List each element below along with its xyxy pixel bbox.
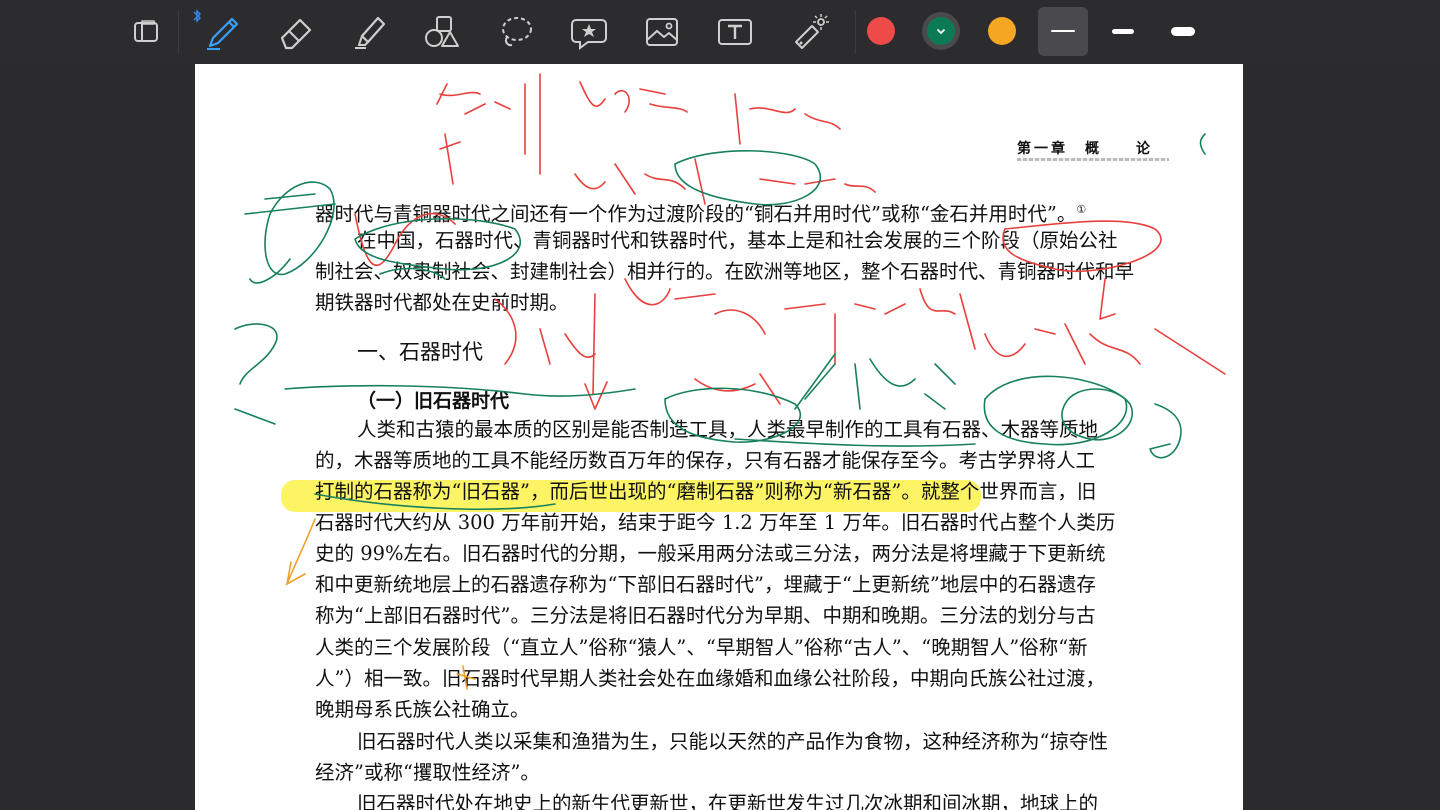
highlighter-icon [355, 16, 386, 49]
image-tool-button[interactable] [638, 8, 686, 56]
color-red-swatch[interactable] [867, 17, 895, 45]
text-line: 和中更新统地层上的石器遗存称为“下部旧石器时代”，埋藏于“上更新统”地层中的石器… [315, 573, 1096, 596]
text-line: 期铁器时代都处在史前时期。 [315, 291, 569, 314]
text-icon [718, 19, 752, 45]
text-tool-button[interactable] [711, 8, 759, 56]
stroke-thin-button[interactable] [1038, 7, 1088, 56]
annotation-toolbar [0, 0, 1440, 64]
chapter-header: 第一章 概 论 [1017, 141, 1153, 157]
text-line: 在中国，石器时代、青铜器时代和铁器时代，基本上是和社会发展的三个阶段（原始公社 [357, 229, 1118, 252]
subsection-heading: （一）旧石器时代 [357, 390, 510, 412]
shapes-tool-button[interactable] [418, 8, 466, 56]
image-icon [646, 18, 678, 46]
chevron-down-icon [936, 28, 946, 35]
laser-pointer-icon [795, 14, 829, 49]
footnote-mark: ① [1076, 203, 1087, 216]
text-line: 器时代与青铜器时代之间还有一个作为过渡阶段的“铜石并用时代”或称“金石并用时代”… [315, 202, 1087, 226]
text-line: 经济”或称“攫取性经济”。 [315, 761, 540, 784]
star-icon [571, 19, 607, 50]
text-line: 称为“上部旧石器时代”。三分法是将旧石器时代分为早期、中期和晚期。三分法的划分与… [315, 604, 1096, 627]
stroke-medium-button[interactable] [1100, 7, 1146, 56]
document-page[interactable]: 第一章 概 论 器时代与青铜器时代之间还有一个作为过渡阶段的“铜石并用时代”或称… [195, 64, 1243, 810]
laser-pointer-tool-button[interactable] [786, 8, 834, 56]
sidebar-toggle-button[interactable] [123, 8, 171, 56]
lasso-tool-button[interactable] [492, 8, 540, 56]
sidebar-icon [134, 20, 158, 42]
header-rule [1017, 158, 1169, 161]
highlighter-tool-button[interactable] [346, 8, 394, 56]
text-line: 史的 99%左右。旧石器时代的分期，一般采用两分法或三分法，两分法是将埋藏于下更… [315, 542, 1106, 565]
text-line: 人类的三个发展阶段（“直立人”俗称“猿人”、“早期智人”俗称“古人”、“晚期智人… [315, 636, 1088, 659]
stroke-thick-button[interactable] [1160, 7, 1206, 56]
sticker-tool-button[interactable] [565, 8, 613, 56]
color-green-swatch[interactable] [927, 17, 955, 45]
text-line: 打制的石器称为“旧石器”，而后世出现的“磨制石器”则称为“新石器”。就整个世界而… [315, 480, 1097, 503]
lasso-icon [502, 17, 532, 47]
text-line: 人”）相一致。旧石器时代早期人类社会处在血缘婚和血缘公社阶段，中期向氏族公社过渡… [315, 667, 1105, 690]
pen-tool-button[interactable] [198, 8, 246, 56]
text-line: 旧石器时代处在地史上的新生代更新世，在更新世发生过几次冰期和间冰期，地球上的 [357, 792, 1099, 810]
eraser-tool-button[interactable] [272, 8, 320, 56]
text-line: 人类和古猿的最本质的区别是能否制造工具，人类最早制作的工具有石器、木器等质地 [357, 418, 1099, 441]
section-heading: 一、石器时代 [357, 340, 483, 364]
text-line: 制社会、奴隶制社会、封建制社会）相并行的。在欧洲等地区，整个石器时代、青铜器时代… [315, 260, 1135, 283]
text-line: 的，木器等质地的工具不能经历数百万年的保存，只有石器才能保存至今。考古学界将人工 [315, 449, 1096, 472]
color-orange-swatch[interactable] [988, 17, 1016, 45]
text-line: 石器时代大约从 300 万年前开始，结束于距今 1.2 万年至 1 万年。旧石器… [315, 511, 1116, 534]
text-line: 晚期母系氏族公社确立。 [315, 698, 530, 721]
eraser-icon [280, 18, 312, 50]
pen-icon [207, 17, 239, 50]
text-line: 旧石器时代人类以采集和渔猎为生，只能以天然的产品作为食物，这种经济称为“掠夺性 [357, 730, 1108, 753]
shapes-icon [425, 16, 459, 47]
